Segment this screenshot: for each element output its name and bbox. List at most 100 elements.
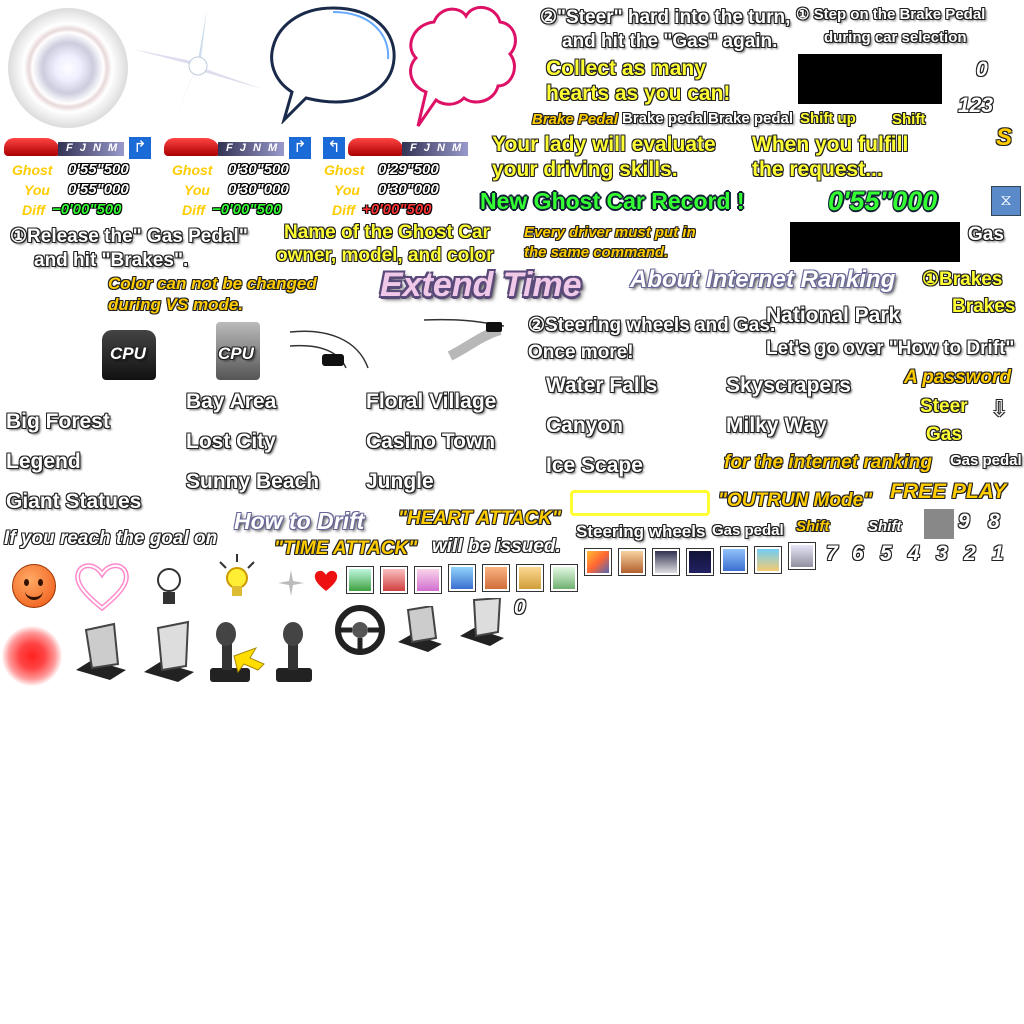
course-tile-icon bbox=[754, 546, 782, 574]
black-panel-top bbox=[798, 54, 942, 104]
same-command-line1: Every driver must put in bbox=[524, 224, 696, 241]
red-car-icon bbox=[164, 138, 220, 156]
course-tile-icon bbox=[346, 566, 374, 594]
fulfill-request-line2: the request... bbox=[752, 158, 883, 181]
course-jungle: Jungle bbox=[366, 470, 434, 493]
ghost-panel: F J N M ↱ Ghost 0'55"500 You 0'55"000 Di… bbox=[2, 134, 158, 220]
label-shift-yellow: Shift bbox=[892, 111, 926, 128]
cpu-label: CPU bbox=[110, 344, 146, 363]
ghost-car-icon: ⧖ bbox=[991, 186, 1021, 216]
color-vs-line1: Color can not be changed bbox=[108, 274, 317, 293]
will-be-issued-text: will be issued. bbox=[432, 536, 561, 557]
gray-swatch bbox=[924, 509, 954, 539]
countdown-digit: 5 bbox=[880, 542, 892, 565]
course-water-falls: Water Falls bbox=[546, 374, 658, 397]
drift-track-sprite-1 bbox=[289, 330, 369, 369]
diff-label: Diff bbox=[182, 202, 206, 218]
free-play-title: FREE PLAY bbox=[890, 480, 1007, 503]
course-milky-way: Milky Way bbox=[726, 414, 827, 437]
course-tile-icon bbox=[414, 566, 442, 594]
lady-evaluate-line2: your driving skills. bbox=[492, 158, 678, 181]
counter-zero-bottom: 0 bbox=[514, 596, 526, 619]
diff-time: +0'00"500 bbox=[362, 201, 432, 218]
instruction-step-brake: ① Step on the Brake Pedal bbox=[796, 6, 986, 23]
label-shift-white: Shift bbox=[868, 518, 902, 535]
ghost-owner-line2: owner, model, and color bbox=[276, 245, 494, 266]
gas-pedal-small-sprite bbox=[460, 598, 504, 646]
course-tile-icon bbox=[448, 564, 476, 592]
you-time: 0'30"000 bbox=[228, 181, 289, 198]
gear-indicator: F J N M bbox=[402, 142, 468, 156]
turn-left-arrow-icon: ↰ bbox=[322, 136, 346, 160]
new-ghost-record-title: New Ghost Car Record ! bbox=[480, 188, 745, 214]
sparkle-star-sprite bbox=[132, 9, 262, 126]
for-internet-ranking: for the internet ranking bbox=[724, 452, 932, 473]
turn-right-arrow-icon: ↱ bbox=[288, 136, 312, 160]
label-brakes-2: Brakes bbox=[952, 296, 1016, 317]
outrun-mode-title: "OUTRUN Mode" bbox=[718, 490, 873, 511]
steering-and-gas: ②Steering wheels and Gas. bbox=[528, 315, 776, 336]
course-giant-statues: Giant Statues bbox=[6, 490, 142, 513]
steering-wheel-icon bbox=[335, 605, 385, 655]
course-sunny-beach: Sunny Beach bbox=[186, 470, 320, 493]
label-gas-right: Gas bbox=[968, 224, 1004, 245]
drift-track-sprite-2 bbox=[423, 318, 505, 361]
ghost-time: 0'55"500 bbox=[68, 161, 129, 178]
label-steering-wheels: Steering wheels bbox=[576, 522, 706, 541]
you-time: 0'30"000 bbox=[378, 181, 439, 198]
you-label: You bbox=[334, 182, 360, 198]
course-legend: Legend bbox=[6, 450, 81, 473]
course-national-park: National Park bbox=[766, 304, 901, 327]
label-gas-pedal: Gas pedal bbox=[950, 452, 1022, 469]
course-canyon: Canyon bbox=[546, 414, 624, 437]
course-tile-icon bbox=[652, 548, 680, 576]
color-vs-line2: during VS mode. bbox=[108, 295, 244, 314]
course-tile-icon bbox=[788, 542, 816, 570]
you-time: 0'55"000 bbox=[68, 181, 129, 198]
how-to-drift-title: How to Drift bbox=[234, 508, 365, 534]
ghost-label: Ghost bbox=[172, 162, 213, 178]
release-gas-line1: ①Release the" Gas Pedal" bbox=[10, 226, 248, 247]
countdown-digit: 7 bbox=[826, 542, 838, 565]
you-label: You bbox=[24, 182, 50, 198]
course-bay-area: Bay Area bbox=[186, 390, 277, 413]
gear-indicator: F J N M bbox=[218, 142, 284, 156]
counter-zero: 0 bbox=[976, 58, 988, 81]
lets-go-drift: Let's go over "How to Drift" bbox=[766, 338, 1015, 359]
ghost-panel: F J N M ↱ Ghost 0'30"500 You 0'30"000 Di… bbox=[162, 134, 318, 220]
course-casino-town: Casino Town bbox=[366, 430, 496, 453]
lady-evaluate-line1: Your lady will evaluate bbox=[492, 133, 716, 156]
course-tile-icon bbox=[584, 548, 612, 576]
label-brake-pedal-2: Brake pedal bbox=[708, 110, 794, 127]
instruction-steer-hard: ②"Steer" hard into the turn, bbox=[540, 7, 791, 28]
label-steer: Steer bbox=[920, 396, 968, 417]
course-tile-icon bbox=[482, 564, 510, 592]
small-sparkle-icon bbox=[278, 570, 304, 596]
record-time-display: 0'55"000 bbox=[828, 186, 938, 216]
red-car-icon bbox=[4, 138, 60, 156]
gas-pedal-sprite bbox=[144, 620, 194, 682]
counter-123: 123 bbox=[958, 94, 994, 117]
gear-indicator: F J N M bbox=[58, 142, 124, 156]
highlight-frame-yellow bbox=[570, 490, 710, 516]
label-brake-pedal-1: Brake pedal bbox=[622, 110, 708, 127]
same-command-line2: the same command. bbox=[524, 244, 669, 261]
countdown-digit: 1 bbox=[992, 542, 1004, 565]
label-gas-pedal-2: Gas pedal bbox=[712, 522, 784, 539]
instruction-hit-gas: and hit the "Gas" again. bbox=[562, 31, 778, 52]
course-ice-scape: Ice Scape bbox=[546, 454, 643, 477]
label-brake-pedal-italic: Brake Pedal bbox=[532, 111, 618, 128]
course-tile-icon bbox=[720, 546, 748, 574]
course-lost-city: Lost City bbox=[186, 430, 276, 453]
counter-s: S bbox=[996, 124, 1013, 151]
glow-orb-sprite bbox=[8, 8, 128, 128]
cpu-car-sprite: CPU bbox=[102, 330, 156, 380]
extend-time-title: Extend Time bbox=[380, 266, 582, 304]
ghost-owner-line1: Name of the Ghost Car bbox=[284, 222, 490, 243]
fulfill-request-line1: When you fulfill bbox=[752, 133, 909, 156]
brake-pedal-small-sprite bbox=[398, 606, 442, 652]
smiley-face-icon bbox=[12, 564, 56, 608]
ghost-time: 0'30"500 bbox=[228, 161, 289, 178]
a-password-text: A password bbox=[904, 367, 1011, 388]
countdown-digit: 3 bbox=[936, 542, 948, 565]
